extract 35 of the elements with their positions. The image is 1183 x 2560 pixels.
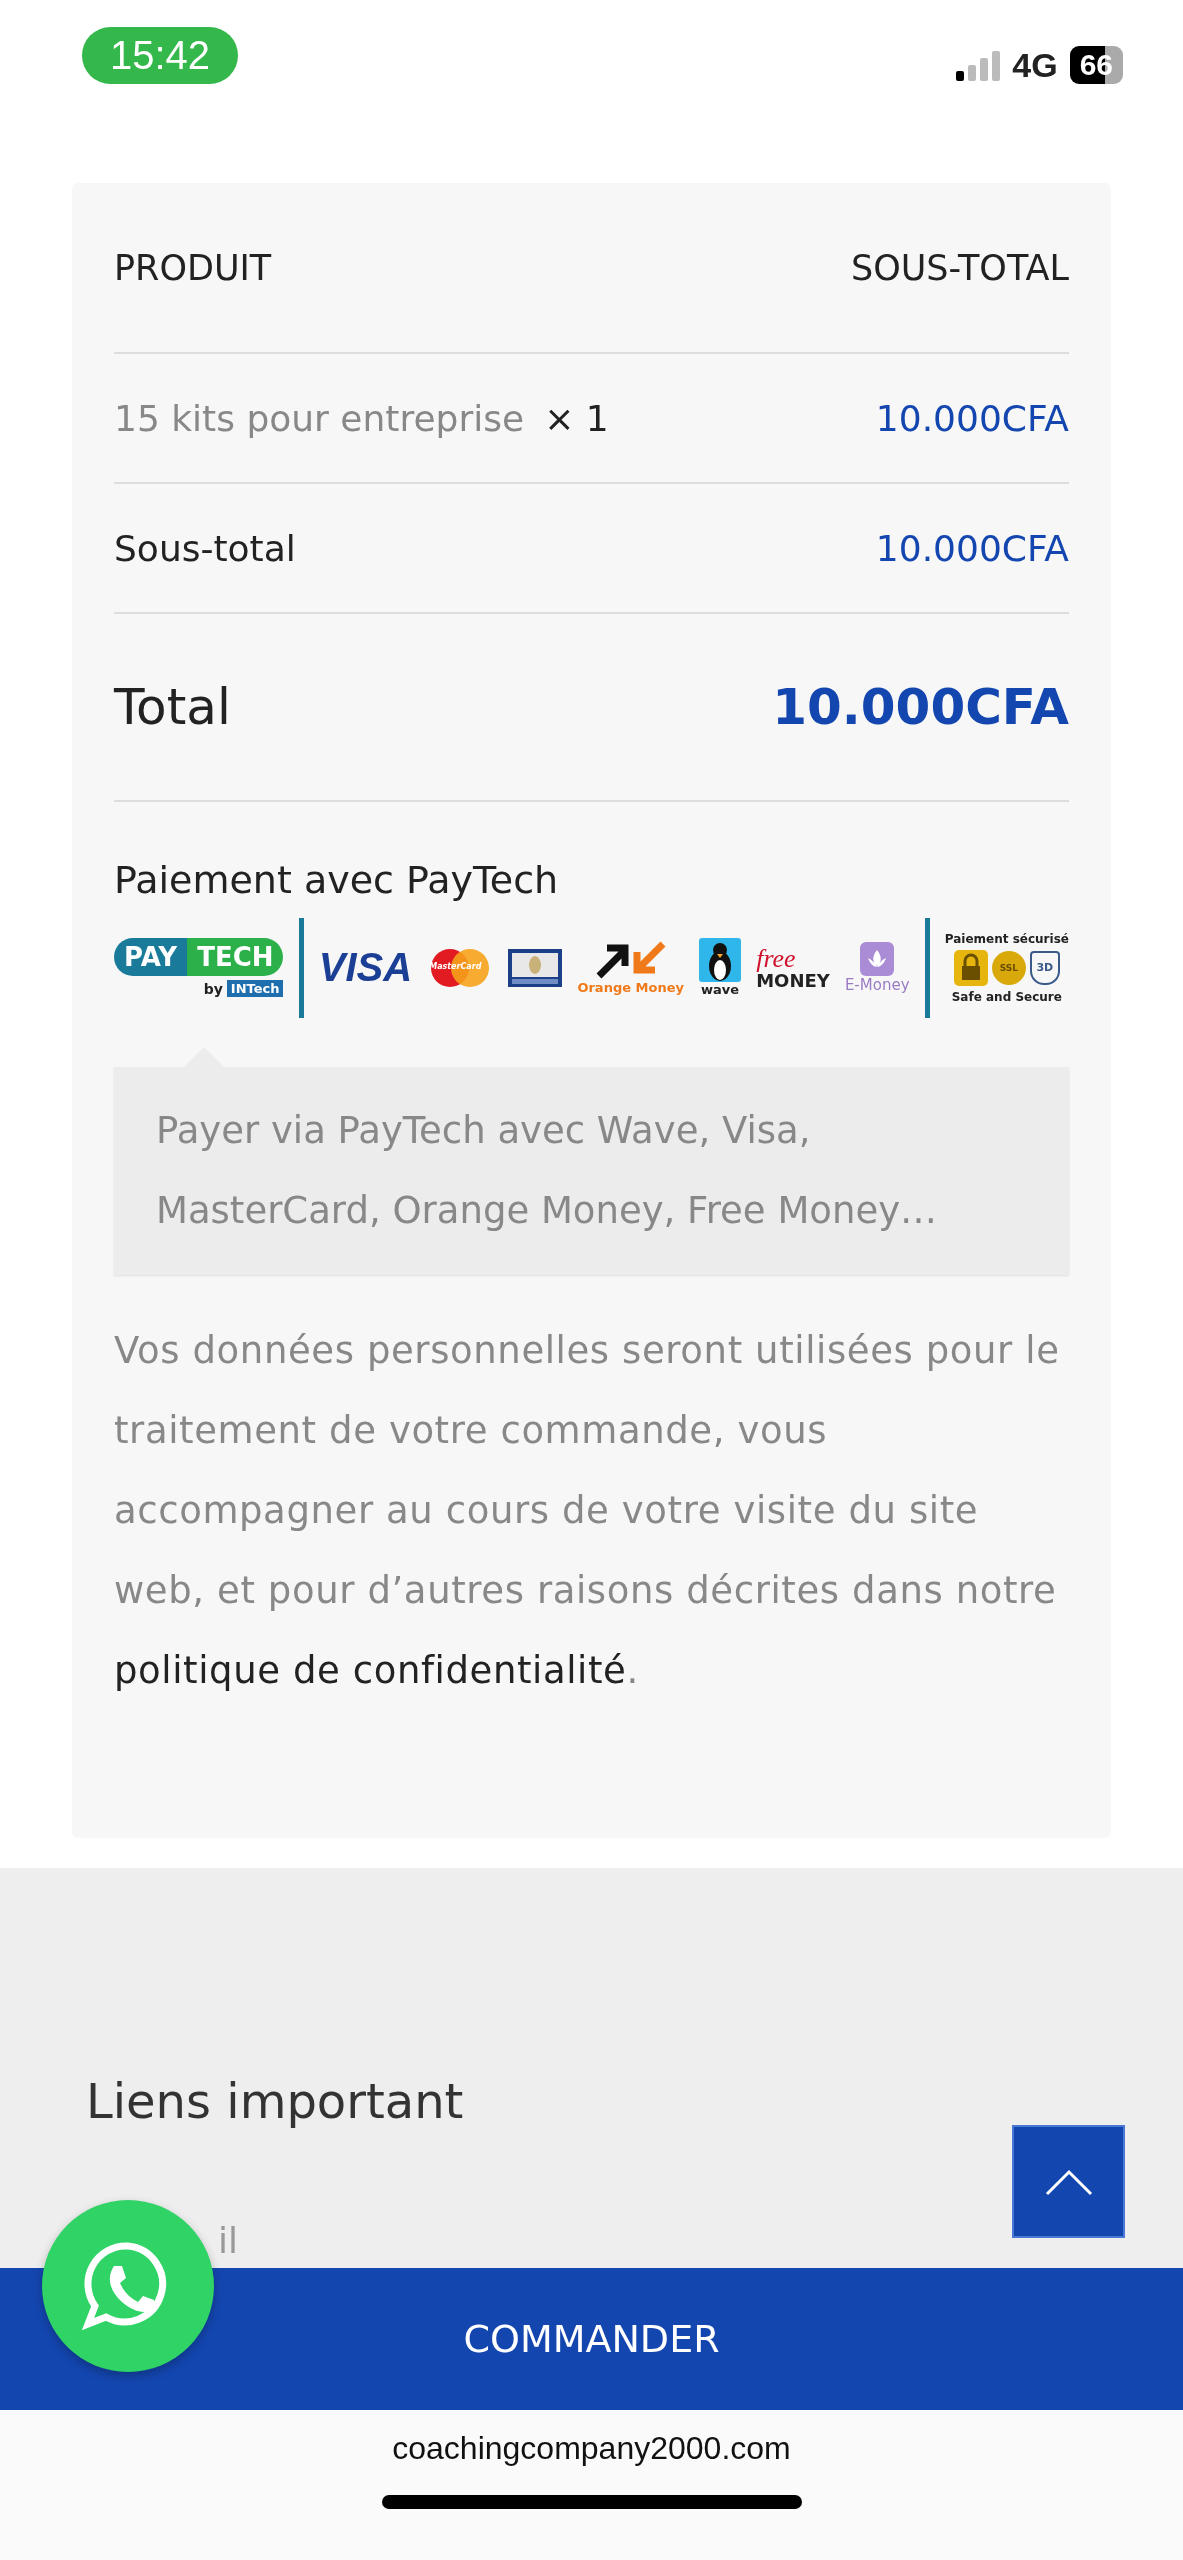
order-button[interactable]: COMMANDER xyxy=(0,2268,1183,2410)
column-header: SOUS-TOTAL xyxy=(850,247,1069,288)
secure-shield: 3D xyxy=(1029,950,1060,985)
line-subtotal: 10.000CFA xyxy=(875,397,1069,439)
e-money-logo: E-Money xyxy=(844,941,910,994)
privacy-notice: Vos données personnelles seront utilisées pour le traitement de votre commande, vous accompagner au cours de votre visite du site web, et pour d’autres raisons décrites dans notre politique de confidentialité. xyxy=(114,1328,1061,1694)
security-title: Paiement sécurisé xyxy=(944,931,1069,946)
payment-description: Payer via PayTech avec Wave, Visa, MasterCard, Orange Money, Free Money… xyxy=(114,1067,1069,1275)
visa-logo: VISA xyxy=(318,945,413,990)
signal-icon xyxy=(956,49,1001,81)
security-caption: Safe and Secure xyxy=(951,989,1062,1004)
mobile-money-logo: Orange Money xyxy=(577,940,684,995)
payment-method-title: Paiement avec PayTech xyxy=(114,858,560,902)
total-value: 10.000CFA xyxy=(772,678,1069,736)
network-label: 4G xyxy=(1012,45,1058,85)
total-label: Total xyxy=(114,678,231,736)
card-logo-icon xyxy=(508,948,563,987)
padlock-icon xyxy=(953,949,988,986)
url-label: coachingcompany2000.com xyxy=(392,2430,791,2467)
privacy-policy-link[interactable]: politique de confidentialité xyxy=(114,1649,627,1692)
chevron-up-icon xyxy=(1043,2167,1094,2196)
status-time: 15:42 xyxy=(82,26,239,84)
footer-heading: Liens important xyxy=(86,2073,465,2129)
free-money-logo: free MONEY xyxy=(756,945,830,990)
wave-logo: wave xyxy=(699,938,742,997)
logo-text: INTech xyxy=(226,980,284,997)
subtotal-value: 10.000CFA xyxy=(875,527,1069,569)
product-quantity: × 1 xyxy=(544,397,609,439)
logo-text: by xyxy=(203,980,223,997)
ssl-seal: SSL xyxy=(991,950,1026,985)
subtotal-label: Sous-total xyxy=(114,527,296,569)
logo-text: PAY xyxy=(114,938,188,976)
column-header: PRODUIT xyxy=(114,247,272,288)
logo-text: TECH xyxy=(187,938,284,976)
product-name: 15 kits pour entreprise xyxy=(114,397,525,439)
